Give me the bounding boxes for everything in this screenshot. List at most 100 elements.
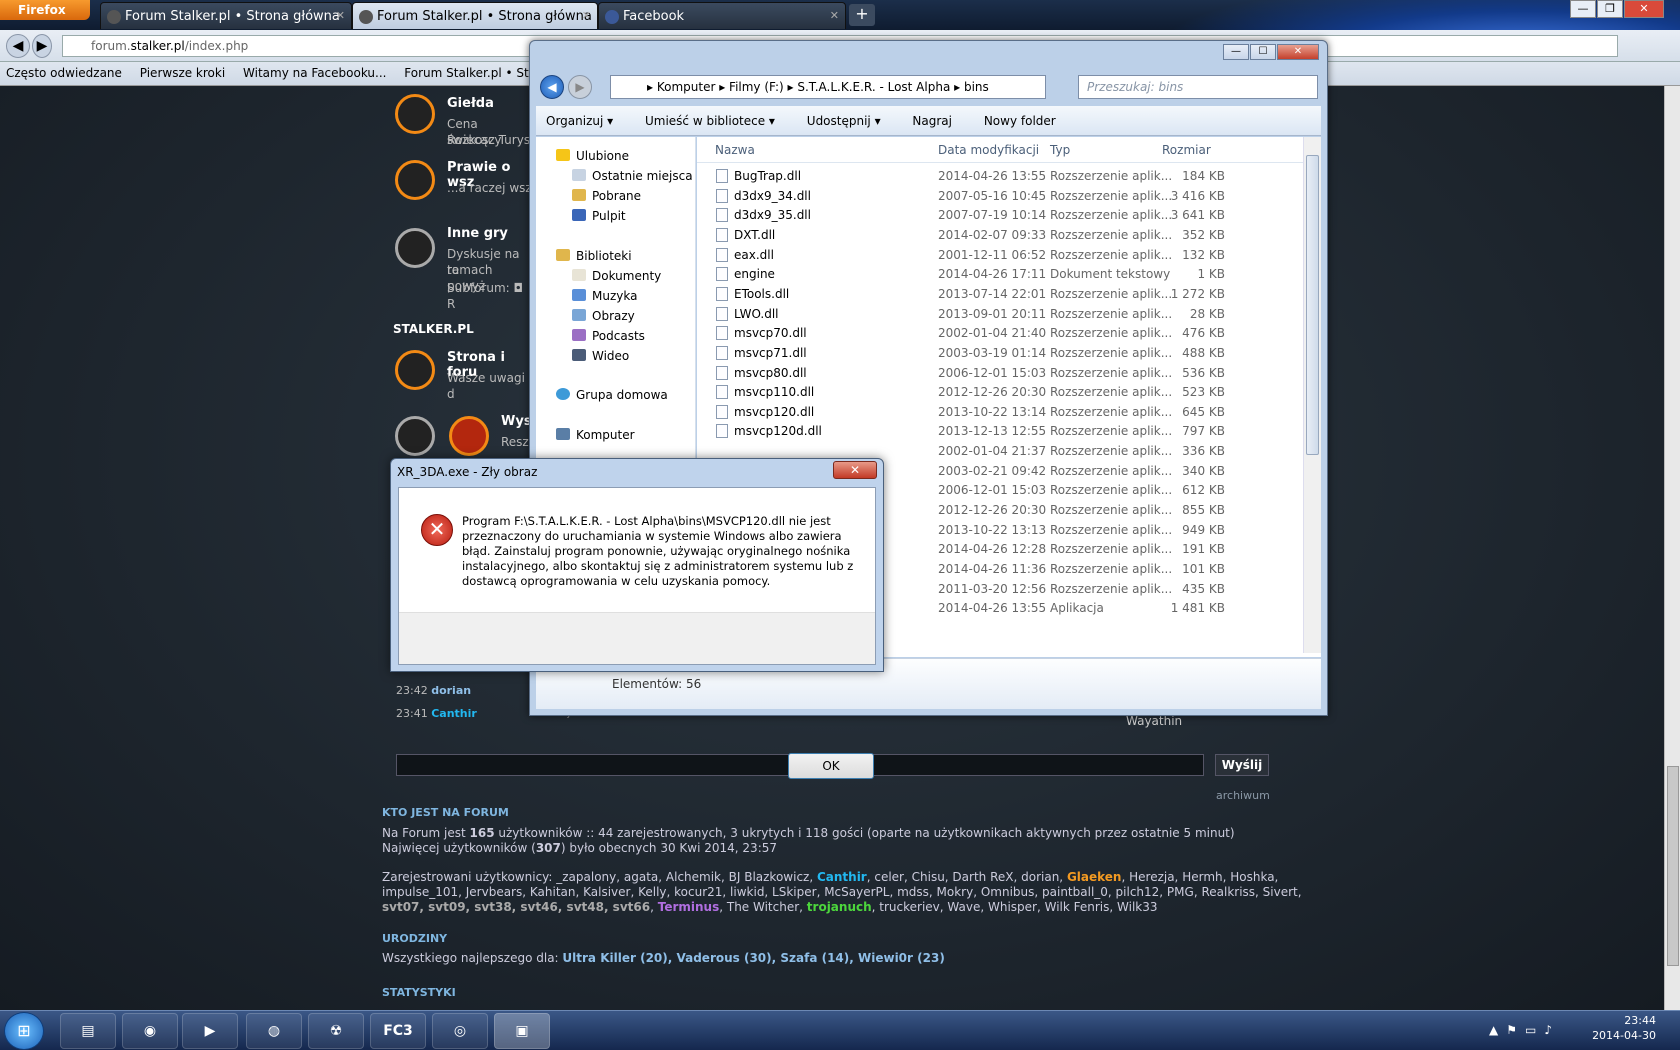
new-tab-button[interactable]: +: [849, 4, 875, 26]
user-links-svt[interactable]: svt07, svt09, svt38, svt46, svt48, svt66: [382, 900, 650, 914]
forum-item-prawie[interactable]: Prawie o wsz ...a raczej wsz: [383, 156, 533, 206]
nav-pictures[interactable]: Obrazy: [572, 309, 635, 323]
back-arrow-icon[interactable]: ◀: [540, 75, 564, 99]
forum-item-strona[interactable]: Strona i foru Wasze uwagi d: [383, 348, 533, 401]
file-row[interactable]: d3dx9_35.dll 2007-07-19 10:14 Rozszerzenie…: [697, 205, 1297, 226]
scrollbar-thumb[interactable]: [1667, 766, 1679, 966]
close-icon[interactable]: ✕: [1624, 0, 1664, 18]
archive-link[interactable]: archiwum: [1216, 789, 1270, 802]
tab-facebook[interactable]: Facebook ✕: [598, 2, 846, 29]
send-button[interactable]: Wyślij: [1215, 754, 1269, 776]
add-to-library-button[interactable]: Umieść w bibliotece ▾: [645, 114, 775, 128]
dialog-close-button[interactable]: ✕: [833, 461, 877, 479]
tab-forum-2[interactable]: Forum Stalker.pl • Strona główna ✕: [352, 2, 598, 29]
explorer-search-input[interactable]: Przeszukaj: bins: [1078, 75, 1318, 99]
page-scrollbar[interactable]: [1664, 86, 1680, 1010]
file-row[interactable]: msvcp70.dll 2002-01-04 21:40 Rozszerzenie …: [697, 323, 1297, 344]
nav-computer[interactable]: Komputer: [556, 428, 635, 442]
new-folder-button[interactable]: Nowy folder: [984, 114, 1056, 128]
online-user-wayathin[interactable]: Wayathin: [1126, 714, 1182, 728]
file-row[interactable]: d3dx9_34.dll 2007-05-16 10:45 Rozszerzenie…: [697, 186, 1297, 207]
user-link-canthir[interactable]: Canthir: [817, 870, 867, 884]
user-links[interactable]: , celer, Chisu, Darth ReX, dorian,: [867, 870, 1067, 884]
back-arrow-icon[interactable]: ◀: [6, 34, 30, 58]
user-links[interactable]: , truckeriev, Wave, Whisper, Wilk Fenris…: [872, 900, 1158, 914]
user-link-trojanuch[interactable]: trojanuch: [807, 900, 872, 914]
start-button[interactable]: ⊞: [4, 1012, 44, 1050]
explorer-address-bar[interactable]: ▸ Komputer ▸ Filmy (F:) ▸ S.T.A.L.K.E.R.…: [610, 75, 1046, 99]
birthdays-users[interactable]: Ultra Killer (20), Vaderous (30), Szafa …: [562, 951, 944, 965]
forum-item-title[interactable]: Giełda: [447, 96, 494, 111]
scrollbar-thumb[interactable]: [1306, 155, 1319, 455]
nav-desktop[interactable]: Pulpit: [572, 209, 626, 223]
file-row[interactable]: msvcp120d.dll 2013-12-13 12:55 Rozszerzeni…: [697, 421, 1297, 442]
file-row[interactable]: msvcp80.dll 2006-12-01 15:03 Rozszerzenie …: [697, 363, 1297, 384]
firefox-menu-button[interactable]: Firefox: [0, 0, 90, 20]
nav-downloads[interactable]: Pobrane: [572, 189, 641, 203]
file-row[interactable]: DXT.dll 2014-02-07 09:33 Rozszerzenie apli…: [697, 225, 1297, 246]
chat-user[interactable]: dorian: [431, 684, 471, 697]
file-row[interactable]: msvcp110.dll 2012-12-26 20:30 Rozszerzenie…: [697, 382, 1297, 403]
nav-libraries[interactable]: Biblioteki: [556, 249, 632, 263]
bookmark-most-visited[interactable]: Często odwiedzane: [6, 66, 122, 80]
file-row[interactable]: ETools.dll 2013-07-14 22:01 Rozszerzenie a…: [697, 284, 1297, 305]
forum-subforum-link[interactable]: Subforum: ◘ R: [447, 280, 533, 312]
close-icon[interactable]: ✕: [1277, 44, 1319, 60]
user-links[interactable]: impulse_101, Jervbears, Kahitan, Kalsive…: [382, 885, 1302, 899]
system-tray-icons[interactable]: ▲⚑▭♪: [1489, 1023, 1560, 1037]
user-link-terminus[interactable]: Terminus: [658, 900, 720, 914]
nav-music[interactable]: Muzyka: [572, 289, 637, 303]
clock[interactable]: 23:44 2014-04-30: [1592, 1013, 1656, 1043]
ok-button[interactable]: OK: [788, 753, 874, 779]
minimize-icon[interactable]: —: [1223, 44, 1249, 60]
restore-icon[interactable]: ❐: [1597, 0, 1623, 18]
nav-video[interactable]: Wideo: [572, 349, 629, 363]
file-row[interactable]: BugTrap.dll 2014-04-26 13:55 Rozszerzenie …: [697, 166, 1297, 187]
stalker-taskbar-icon[interactable]: ☢: [308, 1013, 364, 1049]
forum-item-title[interactable]: Inne gry: [447, 226, 508, 241]
user-links[interactable]: _zapalony, agata, Alchemik, BJ Blazkowic…: [556, 870, 817, 884]
error-window-taskbar-icon[interactable]: ▣: [494, 1013, 550, 1049]
user-links[interactable]: , Herezja, Hermh, Hoshka,: [1121, 870, 1278, 884]
file-row[interactable]: msvcp120.dll 2013-10-22 13:14 Rozszerzenie…: [697, 402, 1297, 423]
column-name[interactable]: Nazwa: [715, 143, 755, 157]
close-tab-icon[interactable]: ✕: [336, 9, 345, 22]
user-links[interactable]: , The Witcher,: [719, 900, 807, 914]
media-player-taskbar-icon[interactable]: ▶: [182, 1013, 238, 1049]
fc3-taskbar-icon[interactable]: FC3: [370, 1013, 426, 1049]
firefox-taskbar-icon[interactable]: ◉: [122, 1013, 178, 1049]
chat-user[interactable]: Canthir: [431, 707, 477, 720]
forum-item-wys[interactable]: Wys Resz: [383, 412, 533, 462]
tab-forum-1[interactable]: Forum Stalker.pl • Strona główna ✕: [100, 2, 352, 29]
nav-favorites[interactable]: Ulubione: [556, 149, 629, 163]
forward-arrow-icon[interactable]: ▶: [32, 34, 52, 58]
file-row[interactable]: eax.dll 2001-12-11 06:52 Rozszerzenie apli…: [697, 245, 1297, 266]
forum-item-title[interactable]: Wys: [501, 414, 532, 429]
forward-arrow-icon[interactable]: ▶: [568, 75, 592, 99]
column-type[interactable]: Typ: [1050, 143, 1070, 157]
network-taskbar-icon[interactable]: ◍: [246, 1013, 302, 1049]
nav-homegroup[interactable]: Grupa domowa: [556, 388, 668, 402]
user-link-glaeken[interactable]: Glaeken: [1067, 870, 1122, 884]
nav-recent[interactable]: Ostatnie miejsca: [572, 169, 693, 183]
nav-documents[interactable]: Dokumenty: [572, 269, 661, 283]
forum-item-inne-gry[interactable]: Inne gry Dyskusje na te ramach powyż Sub…: [383, 222, 533, 311]
share-button[interactable]: Udostępnij ▾: [807, 114, 881, 128]
column-size[interactable]: Rozmiar: [1162, 143, 1211, 157]
bookmark-facebook[interactable]: Witamy na Facebooku...: [243, 66, 386, 80]
explorer-taskbar-icon[interactable]: ▤: [60, 1013, 116, 1049]
file-row[interactable]: msvcp71.dll 2003-03-19 01:14 Rozszerzenie …: [697, 343, 1297, 364]
chrome-taskbar-icon[interactable]: ◎: [432, 1013, 488, 1049]
bookmark-forum[interactable]: Forum Stalker.pl • Stro: [404, 66, 540, 80]
burn-button[interactable]: Nagraj: [912, 114, 952, 128]
bookmark-getting-started[interactable]: Pierwsze kroki: [140, 66, 225, 80]
file-list-scrollbar[interactable]: [1303, 137, 1321, 653]
organize-button[interactable]: Organizuj ▾: [546, 114, 613, 128]
close-tab-icon[interactable]: ✕: [582, 9, 591, 22]
file-row[interactable]: LWO.dll 2013-09-01 20:11 Rozszerzenie apli…: [697, 304, 1297, 325]
nav-podcasts[interactable]: Podcasts: [572, 329, 645, 343]
maximize-icon[interactable]: ☐: [1250, 44, 1276, 60]
forum-item-gielda[interactable]: Giełda Cena świecący Rozkosz Turys: [383, 90, 533, 150]
column-date[interactable]: Data modyfikacji: [938, 143, 1039, 157]
file-row[interactable]: engine 2014-04-26 17:11 Dokument tekstowy 1…: [697, 264, 1297, 285]
